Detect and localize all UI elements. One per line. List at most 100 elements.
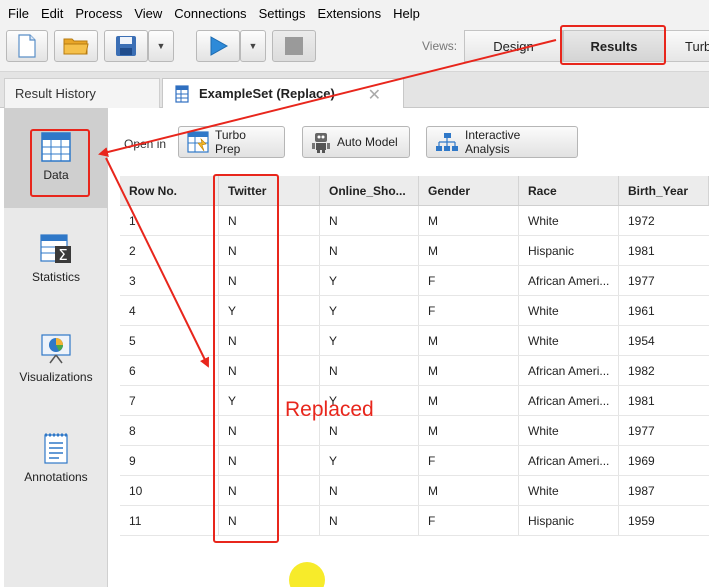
nav-data[interactable]: Data [4,108,108,208]
column-header-twitter[interactable]: Twitter [219,176,320,205]
cell-twitter: N [219,356,320,385]
close-icon[interactable]: ✕ [368,85,381,105]
cell-race: African Ameri... [519,386,619,415]
cell-online-shopping: Y [320,266,419,295]
table-row[interactable]: 11 N N F Hispanic 1959 [120,506,709,536]
menu-view[interactable]: View [130,6,166,21]
tab-result-history-label: Result History [15,86,96,101]
cell-twitter: N [219,506,320,535]
view-results-tab[interactable]: Results [563,30,665,62]
cell-birth-year: 1977 [628,273,655,288]
stop-icon [285,37,303,55]
table-row[interactable]: 7 Y Y M African Ameri... 1981 [120,386,709,416]
cell-gender: M [419,386,519,415]
table-header: Row No. Twitter Online_Sho... Gender Rac… [120,176,709,206]
cell-twitter: N [219,446,320,475]
view-turbo-prep-tab[interactable]: Turbo Prep [665,30,709,62]
nav-annotations-label: Annotations [24,470,88,484]
table-row[interactable]: 6 N N M African Ameri... 1982 [120,356,709,386]
cell-gender: M [419,206,519,235]
save-dropdown-button[interactable]: ▼ [148,30,174,62]
cell-twitter: Y [219,296,320,325]
cell-race: White [519,296,619,325]
menu-bar: File Edit Process View Connections Setti… [0,0,709,26]
new-process-button[interactable] [6,30,48,62]
run-dropdown-button[interactable]: ▼ [240,30,266,62]
cell-race: African Ameri... [519,446,619,475]
table-row[interactable]: 3 N Y F African Ameri... 1977 [120,266,709,296]
save-button[interactable] [104,30,148,62]
menu-file[interactable]: File [4,6,33,21]
cell-birth-year: 1959 [628,513,655,528]
cell-row-no: 2 [120,236,219,265]
table-row[interactable]: 5 N Y M White 1954 [120,326,709,356]
cell-row-no: 1 [120,206,219,235]
cell-gender: M [419,476,519,505]
column-header-gender[interactable]: Gender [419,176,519,205]
turbo-prep-label: Turbo Prep [215,128,246,156]
cell-row-no: 3 [120,266,219,295]
table-row[interactable]: 9 N Y F African Ameri... 1969 [120,446,709,476]
turbo-prep-button[interactable]: Turbo Prep [178,126,285,158]
menu-help[interactable]: Help [389,6,424,21]
visualizations-icon [41,334,71,364]
table-row[interactable]: 10 N N M White 1987 [120,476,709,506]
nav-visualizations[interactable]: Visualizations [4,308,108,408]
replaced-annotation: Replaced [285,398,374,421]
views-label: Views: [422,39,458,53]
cell-birth-year: 1972 [628,213,655,228]
cell-race: African Ameri... [519,356,619,385]
auto-model-button[interactable]: Auto Model [302,126,410,158]
cell-row-no: 4 [120,296,219,325]
open-button[interactable] [54,30,98,62]
table-row[interactable]: 2 N N M Hispanic 1981 [120,236,709,266]
column-header-online-shopping[interactable]: Online_Sho... [320,176,419,205]
toolbar: ▼ ▼ Views: Design Results Turbo Prep [0,26,709,72]
cell-birth-year: 1969 [628,453,655,468]
cell-row-no: 9 [120,446,219,475]
menu-edit[interactable]: Edit [37,6,67,21]
cell-race: Hispanic [519,506,619,535]
cell-row-no: 11 [120,506,219,535]
table-body: 1 N N M White 1972 2 N N M Hispanic 1981 3 N Y F African… [120,206,709,536]
column-header-race[interactable]: Race [519,176,619,205]
menu-process[interactable]: Process [71,6,126,21]
open-in-label: Open in [124,137,167,151]
cell-gender: M [419,326,519,355]
tab-exampleset[interactable]: ExampleSet (Replace) ✕ [162,78,404,108]
column-header-birth-year[interactable]: Birth_Year [619,176,709,205]
cell-online-shopping: N [320,236,419,265]
svg-text:Σ: Σ [58,246,67,264]
cell-gender: F [419,296,519,325]
cell-birth-year: 1961 [628,303,655,318]
tab-result-history[interactable]: Result History [4,78,160,108]
cell-race: Hispanic [519,236,619,265]
menu-extensions[interactable]: Extensions [314,6,386,21]
nav-data-label: Data [43,168,69,182]
dropdown-icon: ▼ [248,41,258,51]
cell-twitter: N [219,476,320,505]
nav-statistics[interactable]: Σ Statistics [4,208,108,308]
cell-gender: M [419,416,519,445]
column-header-row-no[interactable]: Row No. [120,176,219,205]
menu-settings[interactable]: Settings [255,6,310,21]
cell-twitter: N [219,326,320,355]
cell-row-no: 8 [120,416,219,445]
table-row[interactable]: 1 N N M White 1972 [120,206,709,236]
cell-online-shopping: N [320,476,419,505]
table-row[interactable]: 4 Y Y F White 1961 [120,296,709,326]
nav-annotations[interactable]: Annotations [4,408,108,508]
data-table-icon [41,132,71,162]
save-icon [116,36,136,56]
auto-model-label: Auto Model [337,135,398,149]
interactive-analysis-button[interactable]: Interactive Analysis [426,126,578,158]
cell-race: White [519,416,619,445]
run-button[interactable] [196,30,240,62]
cell-birth-year: 1981 [628,243,655,258]
table-row[interactable]: 8 N N M White 1977 [120,416,709,446]
menu-connections[interactable]: Connections [170,6,250,21]
cell-online-shopping: N [320,356,419,385]
cell-race: White [519,206,619,235]
stop-button[interactable] [272,30,316,62]
view-design-tab[interactable]: Design [464,30,563,62]
